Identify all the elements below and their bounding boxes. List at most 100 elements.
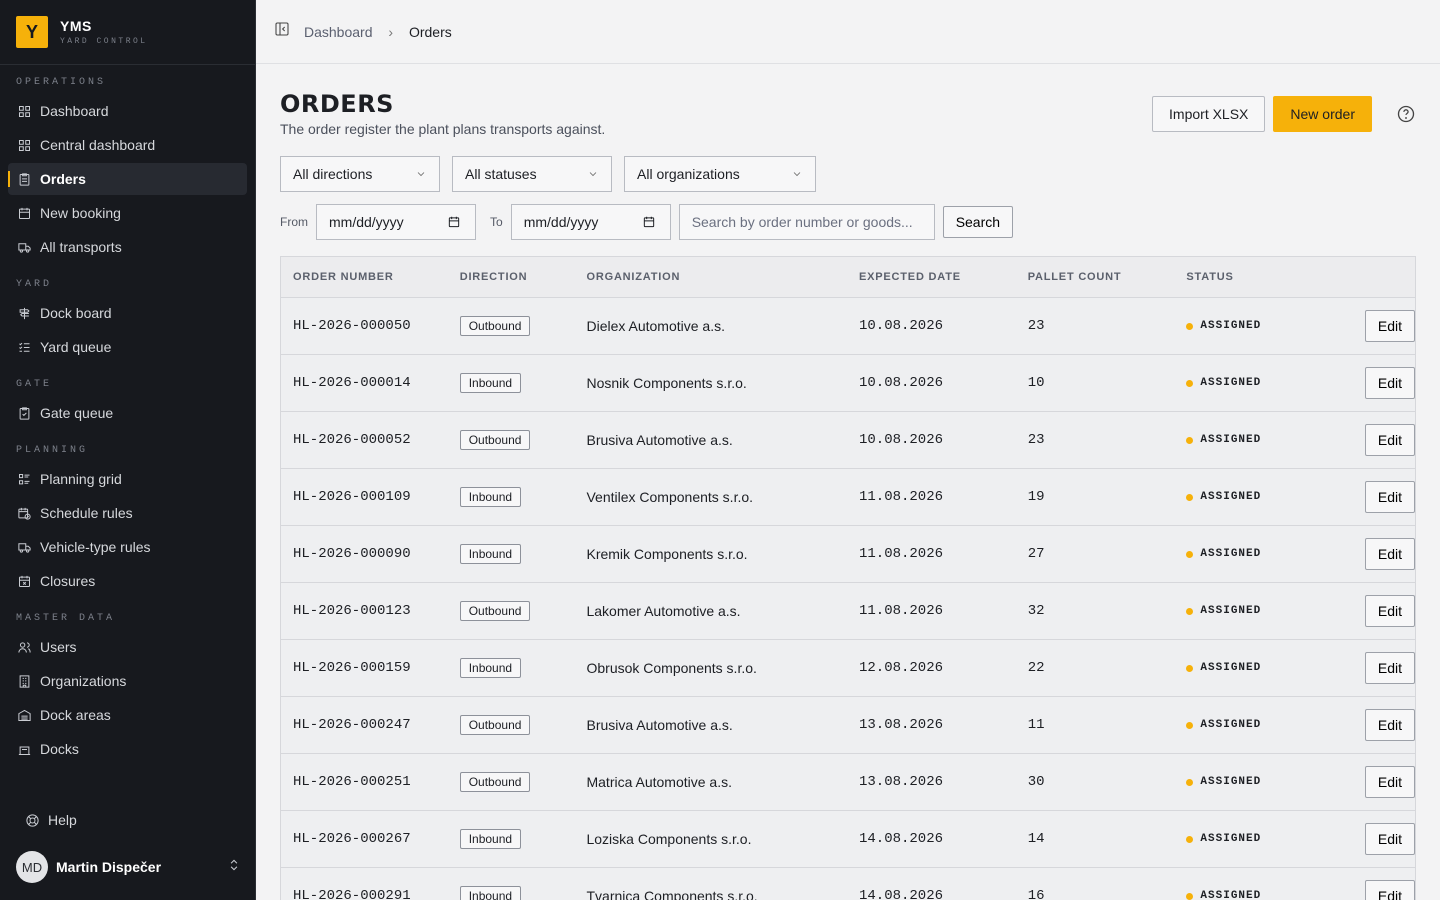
nav-section-planning: PLANNING — [16, 444, 89, 456]
help-label: Help — [48, 812, 77, 828]
nav-section-master-data: MASTER DATA — [16, 612, 116, 624]
sidebar-item-dashboard[interactable]: Dashboard — [8, 95, 247, 127]
sidebar-item-all-transports[interactable]: All transports — [8, 231, 247, 263]
sidebar-item-dock-board[interactable]: Dock board — [8, 297, 247, 329]
organization-name: Nosnik Components s.r.o. — [586, 375, 747, 391]
edit-button[interactable]: Edit — [1364, 880, 1416, 900]
search-button[interactable]: Search — [942, 206, 1014, 238]
col-status[interactable]: STATUS — [1186, 271, 1339, 283]
sidebar-item-central-dashboard[interactable]: Central dashboard — [8, 129, 247, 161]
to-date-input[interactable]: mm/dd/yyyy — [510, 204, 671, 240]
expected-date: 14.08.2026 — [859, 888, 944, 900]
order-number[interactable]: HL-2026-000123 — [281, 603, 460, 619]
order-number[interactable]: HL-2026-000251 — [281, 774, 460, 790]
order-number[interactable]: HL-2026-000291 — [281, 888, 460, 900]
edit-button[interactable]: Edit — [1364, 823, 1416, 855]
sidebar: Y YMS YARD CONTROL OPERATIONS Dashboard … — [0, 0, 256, 900]
table-row[interactable]: HL-2026-000159 Inbound Obrusok Component… — [281, 640, 1416, 697]
table-row[interactable]: HL-2026-000251 Outbound Matrica Automoti… — [281, 754, 1416, 811]
edit-button[interactable]: Edit — [1364, 310, 1416, 342]
table-row[interactable]: HL-2026-000247 Outbound Brusiva Automoti… — [281, 697, 1416, 754]
table-row[interactable]: HL-2026-000267 Inbound Loziska Component… — [281, 811, 1416, 868]
direction-badge: Inbound — [459, 886, 522, 900]
brand[interactable]: Y YMS YARD CONTROL — [0, 0, 255, 65]
table-row[interactable]: HL-2026-000014 Inbound Nosnik Components… — [281, 355, 1416, 412]
sidebar-item-label: Yard queue — [40, 339, 112, 355]
table-row[interactable]: HL-2026-000109 Inbound Ventilex Componen… — [281, 469, 1416, 526]
col-organization[interactable]: ORGANIZATION — [586, 271, 859, 283]
pallet-count: 14 — [1027, 831, 1045, 847]
status-badge: ASSIGNED — [1186, 605, 1339, 617]
edit-button[interactable]: Edit — [1364, 538, 1416, 570]
edit-button[interactable]: Edit — [1364, 481, 1416, 513]
status-text: ASSIGNED — [1200, 719, 1262, 731]
sidebar-item-users[interactable]: Users — [8, 631, 247, 663]
help-circle-icon[interactable] — [1396, 104, 1416, 124]
order-number[interactable]: HL-2026-000109 — [281, 489, 460, 505]
sidebar-item-label: Orders — [40, 171, 86, 187]
col-pallet-count[interactable]: PALLET COUNT — [1028, 271, 1187, 283]
table-row[interactable]: HL-2026-000291 Inbound Tvarnica Componen… — [281, 868, 1416, 900]
status-dot-icon — [1186, 835, 1194, 843]
calendar-icon[interactable] — [642, 215, 656, 229]
table-row[interactable]: HL-2026-000050 Outbound Dielex Automotiv… — [281, 298, 1416, 355]
order-number[interactable]: HL-2026-000090 — [281, 546, 460, 562]
order-number[interactable]: HL-2026-000247 — [281, 717, 460, 733]
organization-name: Obrusok Components s.r.o. — [586, 660, 757, 676]
direction-select[interactable]: All directions — [280, 156, 440, 192]
sidebar-item-docks[interactable]: Docks — [8, 733, 247, 765]
status-dot-icon — [1186, 379, 1194, 387]
sidebar-item-organizations[interactable]: Organizations — [8, 665, 247, 697]
sidebar-item-orders[interactable]: Orders — [8, 163, 247, 195]
sidebar-item-closures[interactable]: Closures — [8, 565, 247, 597]
search-input[interactable]: Search by order number or goods... — [678, 204, 935, 240]
from-date-input[interactable]: mm/dd/yyyy — [316, 204, 476, 240]
user-menu[interactable]: MD Martin Dispečer — [16, 850, 241, 884]
organization-select[interactable]: All organizations — [624, 156, 816, 192]
status-text: ASSIGNED — [1200, 776, 1262, 788]
sidebar-item-schedule-rules[interactable]: Schedule rules — [8, 497, 247, 529]
order-number[interactable]: HL-2026-000159 — [281, 660, 460, 676]
order-number[interactable]: HL-2026-000050 — [281, 318, 460, 334]
sidebar-item-label: Docks — [40, 741, 79, 757]
pallet-count: 27 — [1027, 546, 1045, 562]
import-xlsx-button[interactable]: Import XLSX — [1152, 96, 1266, 132]
pallet-count: 10 — [1027, 375, 1045, 391]
status-text: ASSIGNED — [1200, 320, 1262, 332]
edit-button[interactable]: Edit — [1364, 709, 1416, 741]
help-link[interactable]: Help — [16, 806, 77, 834]
col-direction[interactable]: DIRECTION — [460, 271, 587, 283]
order-number[interactable]: HL-2026-000014 — [281, 375, 460, 391]
edit-button[interactable]: Edit — [1364, 424, 1416, 456]
sidebar-item-gate-queue[interactable]: Gate queue — [8, 397, 247, 429]
sidebar-item-planning-grid[interactable]: Planning grid — [8, 463, 247, 495]
new-order-button[interactable]: New order — [1273, 96, 1372, 132]
edit-button[interactable]: Edit — [1364, 595, 1416, 627]
table-header: ORDER NUMBER DIRECTION ORGANIZATION EXPE… — [281, 257, 1415, 298]
table-row[interactable]: HL-2026-000123 Outbound Lakomer Automoti… — [281, 583, 1416, 640]
sidebar-item-yard-queue[interactable]: Yard queue — [8, 331, 247, 363]
edit-button[interactable]: Edit — [1364, 652, 1416, 684]
order-number[interactable]: HL-2026-000267 — [281, 831, 460, 847]
status-select[interactable]: All statuses — [452, 156, 612, 192]
sidebar-item-dock-areas[interactable]: Dock areas — [8, 699, 247, 731]
edit-button[interactable]: Edit — [1364, 766, 1416, 798]
status-dot-icon — [1186, 778, 1194, 786]
table-row[interactable]: HL-2026-000090 Inbound Kremik Components… — [281, 526, 1416, 583]
status-badge: ASSIGNED — [1186, 833, 1339, 845]
sidebar-item-vehicle-type-rules[interactable]: Vehicle-type rules — [8, 531, 247, 563]
status-dot-icon — [1186, 322, 1194, 330]
organization-name: Matrica Automotive a.s. — [586, 774, 732, 790]
table-row[interactable]: HL-2026-000052 Outbound Brusiva Automoti… — [281, 412, 1416, 469]
breadcrumb-dashboard[interactable]: Dashboard — [304, 24, 373, 40]
status-select-value: All statuses — [465, 166, 537, 182]
order-number[interactable]: HL-2026-000052 — [281, 432, 460, 448]
col-order-number[interactable]: ORDER NUMBER — [281, 271, 460, 283]
expected-date: 11.08.2026 — [859, 489, 944, 505]
sidebar-item-new-booking[interactable]: New booking — [8, 197, 247, 229]
edit-button[interactable]: Edit — [1364, 367, 1416, 399]
calendar-icon[interactable] — [447, 215, 461, 229]
sidebar-toggle-icon[interactable] — [274, 21, 290, 42]
col-expected-date[interactable]: EXPECTED DATE — [859, 271, 1028, 283]
direction-badge: Inbound — [459, 658, 522, 678]
